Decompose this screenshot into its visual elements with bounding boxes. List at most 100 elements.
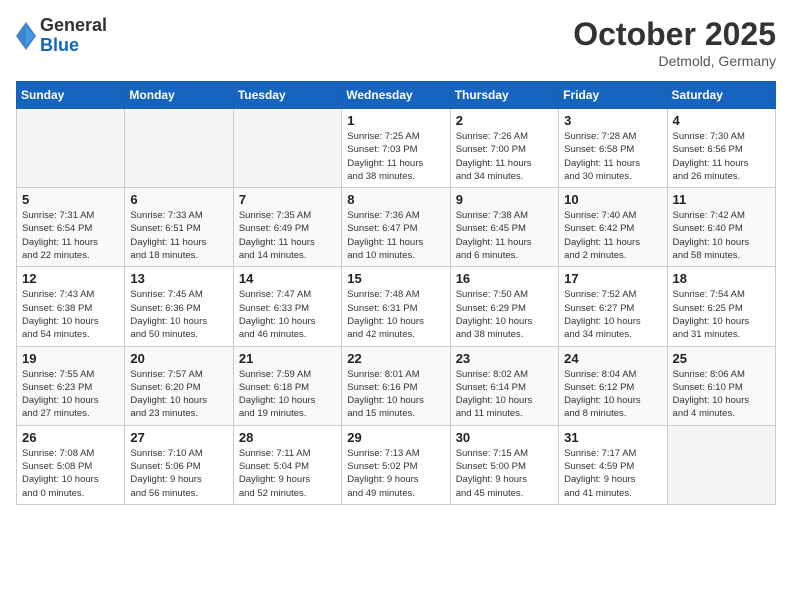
calendar-cell: 14Sunrise: 7:47 AM Sunset: 6:33 PM Dayli…	[233, 267, 341, 346]
day-number: 30	[456, 430, 553, 445]
day-info: Sunrise: 7:38 AM Sunset: 6:45 PM Dayligh…	[456, 209, 553, 262]
day-info: Sunrise: 8:04 AM Sunset: 6:12 PM Dayligh…	[564, 368, 661, 421]
day-number: 21	[239, 351, 336, 366]
calendar-cell: 28 Sunrise: 7:11 AM Sunset: 5:04 PM Dayli…	[233, 425, 341, 504]
calendar-week-row: 12 Sunrise: 7:43 AM Sunset: 6:38 PM Dayli…	[17, 267, 776, 346]
calendar-cell: 22Sunrise: 8:01 AM Sunset: 6:16 PM Dayli…	[342, 346, 450, 425]
calendar-cell: 30 Sunrise: 7:15 AM Sunset: 5:00 PM Dayli…	[450, 425, 558, 504]
calendar-cell	[17, 109, 125, 188]
day-number: 8	[347, 192, 444, 207]
calendar-cell: 6 Sunrise: 7:33 AM Sunset: 6:51 PM Daylig…	[125, 188, 233, 267]
calendar-cell: 7 Sunrise: 7:35 AM Sunset: 6:49 PM Daylig…	[233, 188, 341, 267]
day-number: 20	[130, 351, 227, 366]
calendar-cell	[667, 425, 775, 504]
day-info: Sunrise: 7:30 AM Sunset: 6:56 PM Dayligh…	[673, 130, 770, 183]
calendar-cell: 15 Sunrise: 7:48 AM Sunset: 6:31 PM Dayli…	[342, 267, 450, 346]
day-number: 15	[347, 271, 444, 286]
weekday-header-saturday: Saturday	[667, 82, 775, 109]
day-number: 16	[456, 271, 553, 286]
day-number: 31	[564, 430, 661, 445]
calendar-cell: 18 Sunrise: 7:54 AM Sunset: 6:25 PM Dayli…	[667, 267, 775, 346]
day-number: 6	[130, 192, 227, 207]
day-number: 29	[347, 430, 444, 445]
logo-blue: Blue	[40, 36, 107, 56]
day-info: Sunrise: 7:31 AM Sunset: 6:54 PM Dayligh…	[22, 209, 119, 262]
weekday-header-row: SundayMondayTuesdayWednesdayThursdayFrid…	[17, 82, 776, 109]
day-info: Sunrise: 7:57 AM Sunset: 6:20 PM Dayligh…	[130, 368, 227, 421]
logo-text: General Blue	[40, 16, 107, 56]
calendar-cell: 21 Sunrise: 7:59 AM Sunset: 6:18 PM Dayli…	[233, 346, 341, 425]
month-title: October 2025	[573, 16, 776, 53]
calendar-cell	[233, 109, 341, 188]
day-number: 28	[239, 430, 336, 445]
weekday-header-thursday: Thursday	[450, 82, 558, 109]
day-info: Sunrise: 7:47 AM Sunset: 6:33 PM Dayligh…	[239, 288, 336, 341]
calendar-week-row: 26 Sunrise: 7:08 AM Sunset: 5:08 PM Dayli…	[17, 425, 776, 504]
title-block: October 2025 Detmold, Germany	[573, 16, 776, 69]
calendar-week-row: 1 Sunrise: 7:25 AM Sunset: 7:03 PM Daylig…	[17, 109, 776, 188]
day-info: Sunrise: 7:59 AM Sunset: 6:18 PM Dayligh…	[239, 368, 336, 421]
calendar-cell: 19Sunrise: 7:55 AM Sunset: 6:23 PM Dayli…	[17, 346, 125, 425]
day-info: Sunrise: 7:52 AM Sunset: 6:27 PM Dayligh…	[564, 288, 661, 341]
calendar-cell: 9 Sunrise: 7:38 AM Sunset: 6:45 PM Daylig…	[450, 188, 558, 267]
weekday-header-sunday: Sunday	[17, 82, 125, 109]
calendar-cell: 3Sunrise: 7:28 AM Sunset: 6:58 PM Daylig…	[559, 109, 667, 188]
day-number: 3	[564, 113, 661, 128]
calendar-cell: 25Sunrise: 8:06 AM Sunset: 6:10 PM Dayli…	[667, 346, 775, 425]
day-info: Sunrise: 7:11 AM Sunset: 5:04 PM Dayligh…	[239, 447, 336, 500]
day-info: Sunrise: 7:45 AM Sunset: 6:36 PM Dayligh…	[130, 288, 227, 341]
day-info: Sunrise: 7:33 AM Sunset: 6:51 PM Dayligh…	[130, 209, 227, 262]
calendar-week-row: 19Sunrise: 7:55 AM Sunset: 6:23 PM Dayli…	[17, 346, 776, 425]
calendar-cell: 31Sunrise: 7:17 AM Sunset: 4:59 PM Dayli…	[559, 425, 667, 504]
day-info: Sunrise: 7:43 AM Sunset: 6:38 PM Dayligh…	[22, 288, 119, 341]
day-number: 17	[564, 271, 661, 286]
day-info: Sunrise: 7:26 AM Sunset: 7:00 PM Dayligh…	[456, 130, 553, 183]
calendar-cell: 20 Sunrise: 7:57 AM Sunset: 6:20 PM Dayli…	[125, 346, 233, 425]
day-info: Sunrise: 7:25 AM Sunset: 7:03 PM Dayligh…	[347, 130, 444, 183]
day-number: 11	[673, 192, 770, 207]
day-number: 13	[130, 271, 227, 286]
calendar-cell: 29 Sunrise: 7:13 AM Sunset: 5:02 PM Dayli…	[342, 425, 450, 504]
weekday-header-wednesday: Wednesday	[342, 82, 450, 109]
day-number: 12	[22, 271, 119, 286]
day-info: Sunrise: 7:36 AM Sunset: 6:47 PM Dayligh…	[347, 209, 444, 262]
weekday-header-monday: Monday	[125, 82, 233, 109]
day-info: Sunrise: 7:35 AM Sunset: 6:49 PM Dayligh…	[239, 209, 336, 262]
weekday-header-friday: Friday	[559, 82, 667, 109]
day-info: Sunrise: 7:08 AM Sunset: 5:08 PM Dayligh…	[22, 447, 119, 500]
day-info: Sunrise: 7:48 AM Sunset: 6:31 PM Dayligh…	[347, 288, 444, 341]
calendar: SundayMondayTuesdayWednesdayThursdayFrid…	[16, 81, 776, 505]
calendar-cell: 4Sunrise: 7:30 AM Sunset: 6:56 PM Daylig…	[667, 109, 775, 188]
day-info: Sunrise: 7:13 AM Sunset: 5:02 PM Dayligh…	[347, 447, 444, 500]
day-number: 7	[239, 192, 336, 207]
day-number: 19	[22, 351, 119, 366]
day-number: 5	[22, 192, 119, 207]
calendar-cell: 2Sunrise: 7:26 AM Sunset: 7:00 PM Daylig…	[450, 109, 558, 188]
day-info: Sunrise: 7:50 AM Sunset: 6:29 PM Dayligh…	[456, 288, 553, 341]
calendar-cell	[125, 109, 233, 188]
calendar-cell: 24 Sunrise: 8:04 AM Sunset: 6:12 PM Dayli…	[559, 346, 667, 425]
day-info: Sunrise: 7:15 AM Sunset: 5:00 PM Dayligh…	[456, 447, 553, 500]
weekday-header-tuesday: Tuesday	[233, 82, 341, 109]
day-number: 1	[347, 113, 444, 128]
calendar-cell: 27Sunrise: 7:10 AM Sunset: 5:06 PM Dayli…	[125, 425, 233, 504]
calendar-cell: 10 Sunrise: 7:40 AM Sunset: 6:42 PM Dayli…	[559, 188, 667, 267]
location: Detmold, Germany	[573, 53, 776, 69]
day-number: 26	[22, 430, 119, 445]
day-info: Sunrise: 7:40 AM Sunset: 6:42 PM Dayligh…	[564, 209, 661, 262]
calendar-week-row: 5 Sunrise: 7:31 AM Sunset: 6:54 PM Daylig…	[17, 188, 776, 267]
day-info: Sunrise: 7:10 AM Sunset: 5:06 PM Dayligh…	[130, 447, 227, 500]
calendar-cell: 11 Sunrise: 7:42 AM Sunset: 6:40 PM Dayli…	[667, 188, 775, 267]
logo-icon	[16, 22, 36, 50]
day-number: 23	[456, 351, 553, 366]
day-number: 9	[456, 192, 553, 207]
calendar-cell: 17 Sunrise: 7:52 AM Sunset: 6:27 PM Dayli…	[559, 267, 667, 346]
day-number: 25	[673, 351, 770, 366]
day-info: Sunrise: 7:54 AM Sunset: 6:25 PM Dayligh…	[673, 288, 770, 341]
day-info: Sunrise: 7:42 AM Sunset: 6:40 PM Dayligh…	[673, 209, 770, 262]
day-number: 24	[564, 351, 661, 366]
calendar-cell: 16 Sunrise: 7:50 AM Sunset: 6:29 PM Dayli…	[450, 267, 558, 346]
day-number: 18	[673, 271, 770, 286]
calendar-cell: 1 Sunrise: 7:25 AM Sunset: 7:03 PM Daylig…	[342, 109, 450, 188]
day-number: 10	[564, 192, 661, 207]
